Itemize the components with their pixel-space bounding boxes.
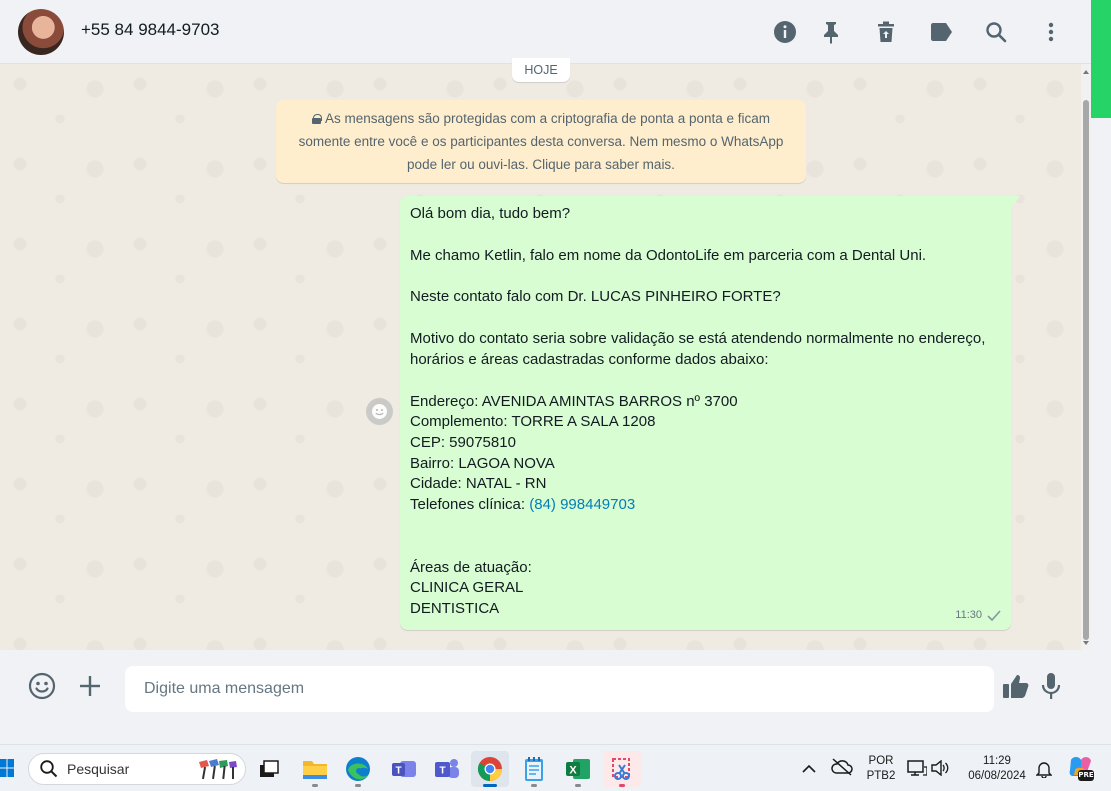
bubble-tail — [1011, 196, 1020, 208]
svg-text:T: T — [395, 766, 401, 777]
message-area-2: DENTISTICA — [410, 600, 500, 618]
message-city: Cidade: NATAL - RN — [410, 475, 547, 493]
scroll-thumb[interactable] — [1083, 100, 1089, 640]
edge-browser-icon[interactable] — [339, 751, 377, 787]
smiley-icon — [372, 404, 387, 419]
emoji-icon[interactable] — [26, 670, 58, 702]
volume-icon[interactable] — [931, 759, 949, 781]
menu-icon[interactable] — [1037, 18, 1065, 46]
system-clock[interactable]: 11:29 06/08/2024 — [962, 754, 1032, 784]
whatsapp-window: +55 84 9844-9703 HOJE As mensagens são p… — [0, 0, 1091, 723]
preview-badge: PRE — [1078, 770, 1094, 781]
chevron-up-icon[interactable] — [802, 761, 816, 779]
outgoing-message[interactable]: Olá bom dia, tudo bem? Me chamo Ketlin, … — [400, 196, 1011, 630]
search-label: Pesquisar — [67, 761, 130, 777]
clock-time: 11:29 — [983, 755, 1011, 767]
delete-icon[interactable] — [872, 18, 900, 46]
date-chip: HOJE — [512, 58, 570, 82]
cloud-offline-icon[interactable] — [831, 758, 853, 781]
phone-link[interactable]: (84) 998449703 — [529, 496, 635, 513]
phones-label: Telefones clínica: — [410, 496, 530, 514]
keyboard-layout: PTB2 — [866, 770, 896, 782]
message-phones: Telefones clínica: (84) 998449703 — [410, 495, 1001, 516]
copilot-icon[interactable]: PRE — [1067, 754, 1095, 782]
single-check-icon — [987, 610, 1001, 622]
contact-avatar[interactable] — [18, 9, 64, 55]
windows-start-icon[interactable] — [0, 758, 14, 778]
encryption-text: As mensagens são protegidas com a cripto… — [298, 111, 784, 172]
message-greeting: Olá bom dia, tudo bem? — [410, 205, 571, 222]
taskbar-search[interactable]: Pesquisar — [28, 753, 246, 785]
like-thumb-icon[interactable] — [1000, 670, 1032, 702]
attach-plus-icon[interactable] — [74, 670, 106, 702]
encryption-notice[interactable]: As mensagens são protegidas com a cripto… — [276, 100, 806, 183]
search-icon[interactable] — [982, 18, 1010, 46]
search-icon — [40, 760, 58, 778]
message-area-1: CLINICA GERAL — [410, 579, 524, 597]
svg-text:T: T — [439, 766, 445, 777]
message-areas-label: Áreas de atuação: — [410, 558, 532, 576]
message-reason: Motivo do contato seria sobre validação … — [410, 330, 986, 368]
task-view-icon[interactable] — [250, 751, 288, 787]
label-icon[interactable] — [927, 18, 955, 46]
message-cep: CEP: 59075810 — [410, 433, 516, 451]
scroll-up-arrow-icon[interactable] — [1083, 70, 1089, 74]
windows-taskbar: Pesquisar T T X POR PTB2 11:29 06/08/202… — [0, 744, 1111, 791]
snipping-tool-icon[interactable] — [603, 751, 641, 787]
lock-icon — [311, 114, 322, 124]
message-complement: Complemento: TORRE A SALA 1208 — [410, 413, 656, 431]
chrome-browser-icon[interactable] — [471, 751, 509, 787]
notification-bell-icon[interactable] — [1035, 760, 1053, 783]
contact-name[interactable]: +55 84 9844-9703 — [81, 20, 220, 40]
network-icon[interactable] — [907, 759, 928, 782]
microphone-icon[interactable] — [1035, 670, 1067, 702]
pin-icon[interactable] — [817, 18, 845, 46]
compose-bar — [0, 650, 1091, 723]
react-emoji-button[interactable] — [366, 398, 393, 425]
info-icon[interactable] — [771, 18, 799, 46]
search-highlight-icon — [199, 759, 237, 780]
message-time: 11:30 — [955, 609, 982, 622]
teams-work-icon[interactable]: T — [428, 751, 466, 787]
language-code: POR — [868, 755, 894, 767]
svg-text:X: X — [569, 765, 577, 777]
notepad-icon[interactable] — [515, 751, 553, 787]
window-accent-strip — [1091, 0, 1111, 118]
window-gutter — [1091, 118, 1111, 744]
clock-date: 06/08/2024 — [968, 770, 1026, 782]
message-neighborhood: Bairro: LAGOA NOVA — [410, 454, 555, 472]
scroll-down-arrow-icon[interactable] — [1083, 641, 1089, 645]
input-language[interactable]: POR PTB2 — [864, 754, 898, 784]
message-question: Neste contato falo com Dr. LUCAS PINHEIR… — [410, 288, 781, 306]
message-address: Endereço: AVENIDA AMINTAS BARROS nº 3700 — [410, 392, 738, 410]
message-intro: Me chamo Ketlin, falo em nome da OdontoL… — [410, 246, 927, 264]
teams-icon[interactable]: T — [385, 751, 423, 787]
message-meta: 11:30 — [955, 605, 1001, 626]
message-input[interactable] — [125, 666, 994, 712]
chat-header: +55 84 9844-9703 — [0, 0, 1091, 64]
file-explorer-icon[interactable] — [296, 751, 334, 787]
excel-icon[interactable]: X — [559, 751, 597, 787]
window-bottom-margin — [0, 723, 1111, 744]
